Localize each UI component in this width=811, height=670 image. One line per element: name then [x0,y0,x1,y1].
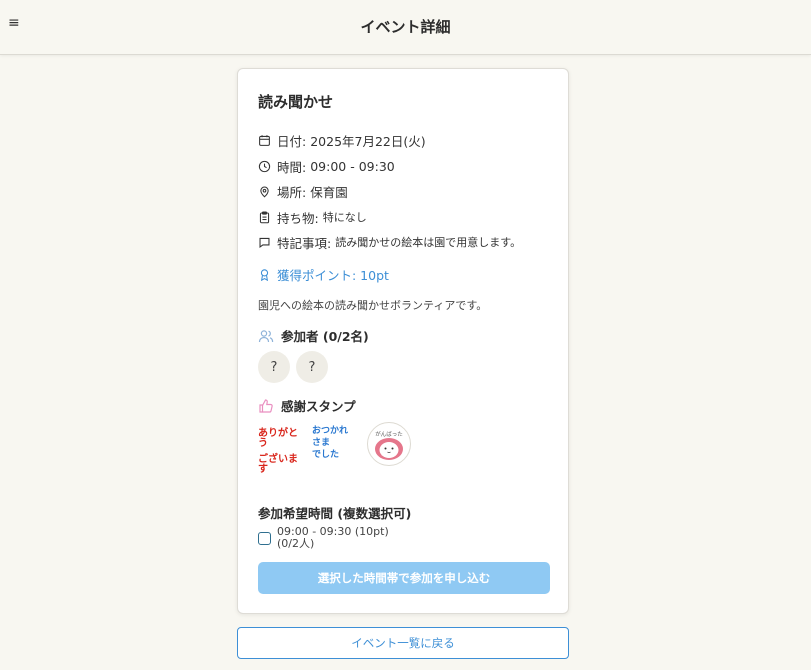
page-title: イベント詳細 [360,18,451,36]
stamp-did-your-best[interactable]: がんばった [366,421,412,467]
event-title: 読み聞かせ [258,93,334,111]
notes-label: 特記事項: [277,235,332,251]
time-label: 時間: [277,159,307,175]
speech-bubble-icon [259,237,270,248]
map-pin-icon [260,186,269,198]
points-row: 獲得ポイント: 10pt [258,265,389,283]
participants-heading: 参加者 (0/2名) [258,326,369,345]
participants-heading-text: 参加者 (0/2名) [281,329,369,344]
users-icon [258,329,274,342]
participant-slot: ? [296,351,328,383]
stamp-good-work[interactable]: おつかれ さま でした [312,421,358,467]
place-value: 保育園 [310,184,348,200]
stamp-thank-you[interactable]: ありがとう ございます [258,421,304,475]
participant-slot: ? [258,351,290,383]
time-slot-checkbox[interactable] [258,532,271,545]
items-value: 特になし [322,211,367,224]
stamps-heading-text: 感謝スタンプ [281,399,356,414]
time-row: 時間: 09:00 - 09:30 [258,157,395,175]
apply-button[interactable]: 選択した時間帯で参加を申し込む [258,562,550,594]
place-row: 場所: 保育園 [258,182,348,200]
event-description: 園児への絵本の読み聞かせボランティアです。 [258,299,488,312]
stamp-good-work-line1: おつかれ [312,426,349,436]
date-label: 日付: [277,133,307,149]
items-label: 持ち物: [277,210,319,226]
stamp-thank-you-line1: ありがとう [258,428,298,449]
time-slot-capacity: (0/2人) [277,537,315,550]
place-label: 場所: [277,184,307,200]
notes-value: 読み聞かせの絵本は園で用意します。 [335,236,522,249]
award-icon [260,268,269,281]
clipboard-icon [259,210,270,223]
date-row: 日付: 2025年7月22日(火) [258,131,426,149]
time-selection-heading: 参加希望時間 (複数選択可) [258,506,412,521]
date-value: 2025年7月22日(火) [310,133,426,149]
stamp-good-work-line2: さま [312,438,331,448]
bunny-character-icon [367,422,411,466]
points-text: 獲得ポイント: 10pt [277,267,389,283]
time-value: 09:00 - 09:30 [310,158,395,174]
event-card: 読み聞かせ 日付: 2025年7月22日(火) 時間: 09:00 - 09:3… [237,68,569,614]
items-row: 持ち物: 特になし [258,208,367,226]
stamp-good-work-line3: でした [312,450,340,460]
clock-icon [258,160,271,172]
top-bar: ≡ イベント詳細 [0,0,811,55]
calendar-icon [259,134,270,146]
stamp-did-your-best-text: がんばった [375,432,403,438]
stamp-thank-you-line2: ございます [258,454,298,475]
thumbs-up-icon [259,398,273,413]
time-slot-label[interactable]: 09:00 - 09:30 (10pt) (0/2人) [277,526,389,550]
back-to-list-button[interactable]: イベント一覧に戻る [237,627,569,659]
notes-row: 特記事項: 読み聞かせの絵本は園で用意します。 [258,233,521,251]
stamps-heading: 感謝スタンプ [258,396,356,415]
